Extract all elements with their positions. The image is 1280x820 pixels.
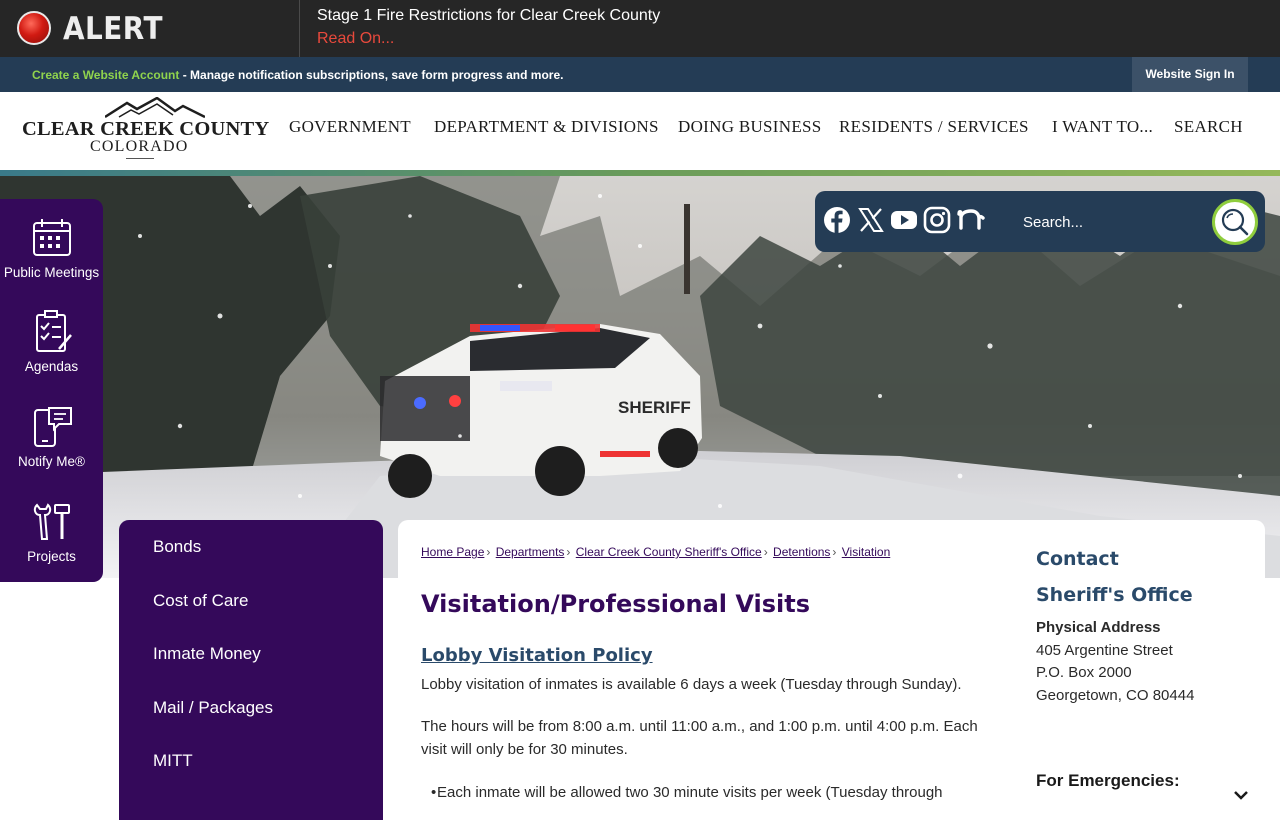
search-icon: [1221, 208, 1249, 236]
instagram-icon[interactable]: [923, 206, 951, 234]
quick-link-label: Projects: [27, 549, 76, 564]
subnav-item-cost-of-care[interactable]: Cost of Care: [153, 591, 248, 611]
quick-links-panel: Public Meetings Agendas Notify Me® Proje…: [0, 199, 103, 582]
quick-link-label: Agendas: [24, 359, 79, 374]
quick-link-agendas[interactable]: Agendas: [0, 309, 103, 374]
subnav-item-mail-packages[interactable]: Mail / Packages: [153, 698, 273, 718]
breadcrumb-detentions[interactable]: Detentions: [773, 545, 830, 559]
nav-departments[interactable]: DEPARTMENT & DIVISIONS: [434, 117, 659, 137]
nextdoor-icon[interactable]: [957, 206, 985, 234]
subnav-item-inmate-money[interactable]: Inmate Money: [153, 644, 261, 664]
quick-link-public-meetings[interactable]: Public Meetings: [0, 215, 103, 280]
phone-chat-icon: [33, 407, 72, 447]
account-bar: Create a Website Account - Manage notifi…: [0, 57, 1280, 92]
breadcrumb-separator: ›: [763, 545, 768, 559]
emergencies-heading: For Emergencies:: [1036, 771, 1180, 790]
search-button[interactable]: [1212, 199, 1258, 245]
breadcrumb-sheriffs-office[interactable]: Clear Creek County Sheriff's Office: [576, 545, 762, 559]
breadcrumb-separator: ›: [832, 545, 837, 559]
nav-government[interactable]: GOVERNMENT: [289, 117, 411, 137]
breadcrumb-visitation[interactable]: Visitation: [842, 545, 890, 559]
quick-link-label: Notify Me®: [18, 454, 85, 469]
breadcrumb-separator: ›: [566, 545, 571, 559]
address-line: 405 Argentine Street: [1036, 642, 1173, 659]
website-sign-in-button[interactable]: Website Sign In: [1132, 57, 1248, 92]
list-item: Each inmate will be allowed two 30 minut…: [431, 784, 943, 801]
lobby-visitation-policy-link[interactable]: Lobby Visitation Policy: [421, 645, 653, 666]
logo-state: COLORADO: [90, 138, 189, 155]
logo-divider: [126, 158, 154, 159]
breadcrumb-separator: ›: [486, 545, 491, 559]
account-message: Create a Website Account - Manage notifi…: [32, 68, 563, 82]
calendar-icon: [32, 219, 71, 256]
breadcrumb-departments[interactable]: Departments: [496, 545, 565, 559]
create-account-link[interactable]: Create a Website Account: [32, 68, 179, 82]
quick-link-label: Public Meetings: [3, 265, 100, 280]
alert-read-on-link[interactable]: Read On...: [317, 30, 394, 48]
contact-heading: Contact: [1036, 548, 1119, 570]
tools-icon: [33, 503, 70, 540]
contact-office-name[interactable]: Sheriff's Office: [1036, 584, 1193, 606]
section-subnav: Bonds Cost of Care Inmate Money Mail / P…: [119, 520, 383, 820]
chevron-down-icon[interactable]: [1233, 790, 1249, 800]
youtube-icon[interactable]: [890, 206, 918, 234]
page-title: Visitation/Professional Visits: [421, 590, 811, 618]
visitation-days-text: Lobby visitation of inmates is available…: [421, 676, 962, 693]
alert-bar: ALERT Stage 1 Fire Restrictions for Clea…: [0, 0, 1280, 57]
alert-title[interactable]: Stage 1 Fire Restrictions for Clear Cree…: [317, 7, 660, 25]
quick-link-projects[interactable]: Projects: [0, 499, 103, 564]
nav-residents-services[interactable]: RESIDENTS / SERVICES: [839, 117, 1029, 137]
visitation-hours-text: The hours will be from 8:00 a.m. until 1…: [421, 718, 978, 758]
physical-address-label: Physical Address: [1036, 619, 1161, 636]
county-logo[interactable]: CLEAR CREEK COUNTY COLORADO: [20, 97, 269, 163]
alert-label: ALERT: [63, 11, 163, 47]
checklist-icon: [35, 310, 72, 352]
nav-search[interactable]: SEARCH: [1174, 117, 1243, 137]
breadcrumb-home[interactable]: Home Page: [421, 545, 484, 559]
address-line: P.O. Box 2000: [1036, 664, 1132, 681]
facebook-icon[interactable]: [823, 206, 851, 234]
nav-i-want-to[interactable]: I WANT TO...: [1052, 117, 1153, 137]
alert-badge: ALERT: [0, 0, 300, 57]
alert-light-icon: [17, 11, 51, 45]
subnav-item-mitt[interactable]: MITT: [153, 751, 193, 771]
nav-doing-business[interactable]: DOING BUSINESS: [678, 117, 822, 137]
breadcrumb: Home Page › Departments › Clear Creek Coun…: [421, 545, 890, 559]
subnav-item-bonds[interactable]: Bonds: [153, 537, 201, 557]
site-search-input[interactable]: [1008, 204, 1203, 240]
svg-text:SHERIFF: SHERIFF: [618, 398, 691, 417]
account-description: - Manage notification subscriptions, sav…: [179, 68, 564, 82]
quick-link-notify-me[interactable]: Notify Me®: [0, 404, 103, 469]
address-line: Georgetown, CO 80444: [1036, 687, 1195, 704]
x-icon[interactable]: [857, 206, 885, 234]
mountain-logo-icon: [105, 97, 205, 119]
